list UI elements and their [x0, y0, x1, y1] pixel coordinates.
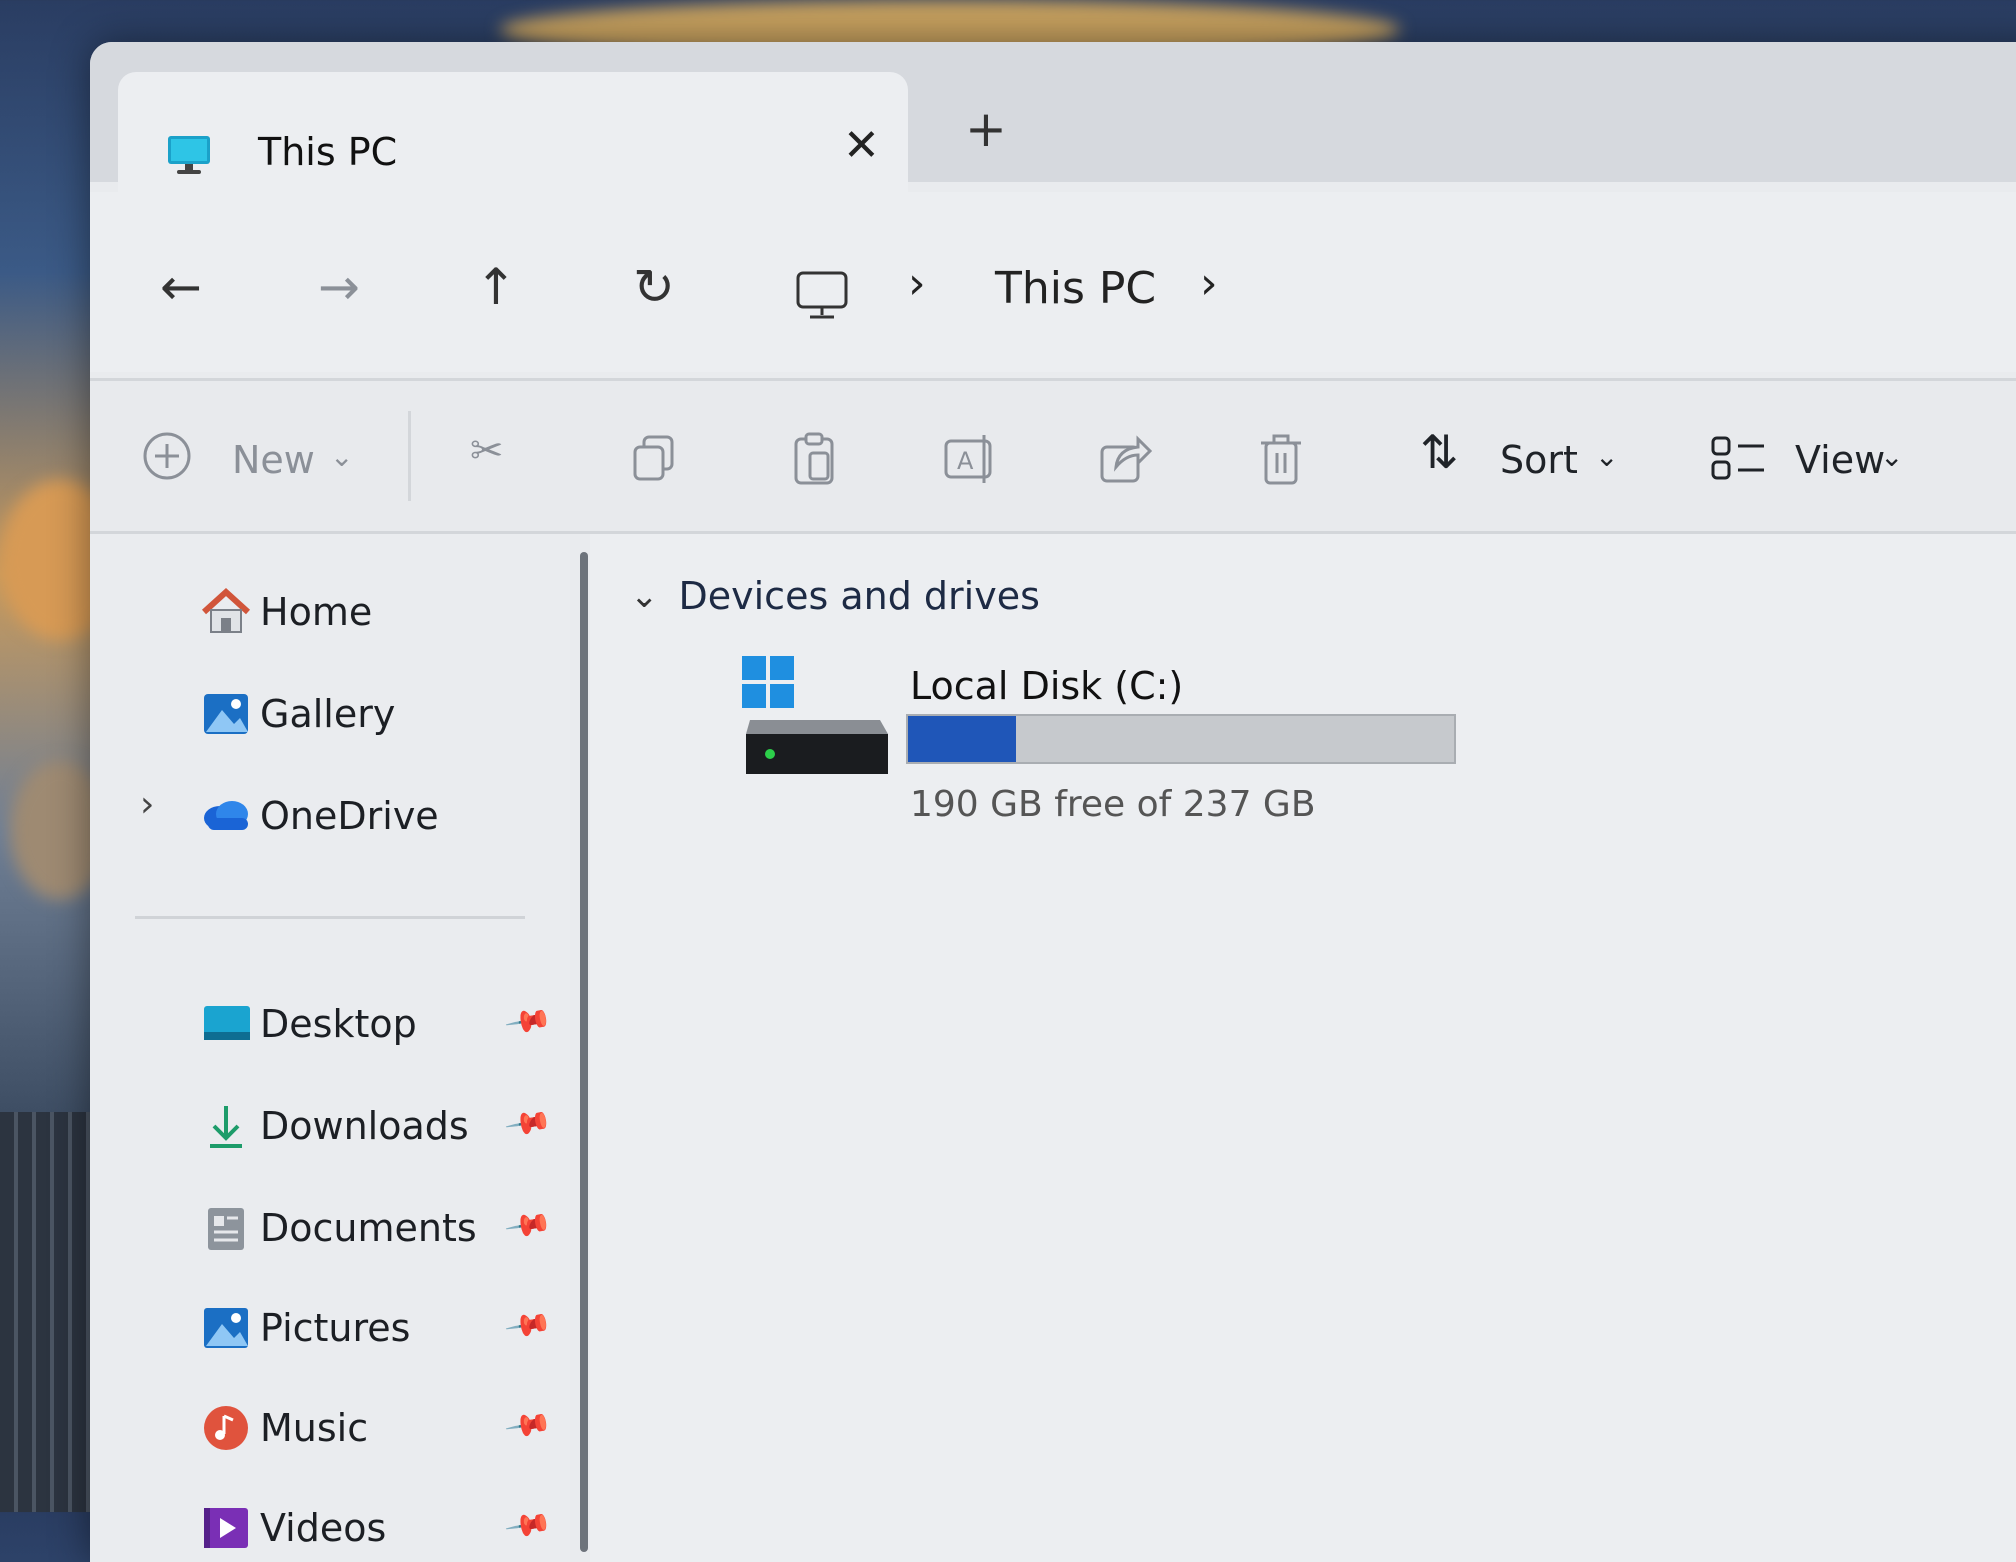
toolbar-divider [408, 411, 411, 501]
desktop-icon [204, 1006, 250, 1040]
drive-free-space: 190 GB free of 237 GB [910, 784, 1316, 825]
drive-usage-fill [908, 716, 1017, 762]
command-bar: New ⌄ ✂ A ⇅ Sort ⌄ View ⌄ [90, 378, 2016, 534]
arrow-right-icon[interactable]: → [318, 262, 360, 312]
breadcrumb-item-this-pc[interactable]: This PC [995, 267, 1156, 311]
main-content: ⌄ Devices and drives Local Disk (C:) 190… [590, 534, 2016, 1562]
tab-this-pc[interactable]: This PC ✕ [118, 72, 908, 192]
cut-icon[interactable]: ✂ [470, 431, 504, 471]
monitor-icon [168, 136, 210, 174]
videos-icon [204, 1508, 248, 1548]
sidebar-item-label: Gallery [260, 692, 396, 736]
navigation-pane: Home Gallery › OneDrive Desktop 📌 Downlo… [90, 534, 570, 1562]
onedrive-icon [204, 801, 248, 830]
sidebar-item-label: OneDrive [260, 794, 439, 838]
monitor-outline-icon[interactable] [795, 270, 849, 322]
sidebar-item-label: Downloads [260, 1104, 469, 1148]
sidebar-divider [135, 916, 525, 919]
arrow-up-icon[interactable]: ↑ [475, 262, 517, 312]
sidebar-item-label: Desktop [260, 1002, 417, 1046]
tab-title: This PC [258, 130, 398, 174]
sidebar-item-label: Pictures [260, 1306, 411, 1350]
plus-icon[interactable]: + [965, 104, 1007, 154]
chevron-right-icon[interactable]: › [140, 784, 154, 825]
view-icon [1711, 436, 1764, 480]
view-button-label: View [1795, 438, 1886, 482]
chevron-down-icon: ⌄ [630, 576, 659, 616]
plus-circle-icon [143, 432, 191, 480]
svg-text:A: A [957, 447, 974, 475]
refresh-icon[interactable]: ↻ [633, 262, 675, 312]
sidebar-item-label: Home [260, 590, 373, 634]
file-explorer-window: This PC ✕ + ← → ↑ ↻ › This PC › New ⌄ ✂ … [90, 42, 2016, 1562]
sidebar-item-pictures[interactable]: Pictures [200, 1298, 410, 1358]
close-icon[interactable]: ✕ [843, 124, 880, 168]
sidebar-item-desktop[interactable]: Desktop [200, 994, 417, 1054]
drive-item-local-disk[interactable]: Local Disk (C:) 190 GB free of 237 GB [740, 654, 1540, 834]
pin-icon[interactable]: 📌 [503, 1300, 554, 1350]
sidebar-item-onedrive[interactable]: OneDrive [200, 786, 439, 846]
sidebar-item-label: Music [260, 1406, 369, 1450]
pictures-icon [204, 1308, 248, 1348]
music-icon [204, 1406, 248, 1450]
drive-usage-bar [906, 714, 1456, 764]
navigation-bar: ← → ↑ ↻ › This PC › [90, 192, 2016, 372]
pin-icon[interactable]: 📌 [503, 1500, 554, 1550]
pin-icon[interactable]: 📌 [503, 1098, 554, 1148]
pin-icon[interactable]: 📌 [503, 996, 554, 1046]
documents-icon [208, 1208, 244, 1250]
chevron-right-icon[interactable]: › [908, 262, 926, 306]
sidebar-item-documents[interactable]: Documents [200, 1198, 477, 1258]
sidebar-item-label: Documents [260, 1206, 477, 1250]
sidebar-item-label: Videos [260, 1506, 387, 1550]
delete-icon[interactable] [1257, 433, 1305, 487]
sidebar-item-downloads[interactable]: Downloads [200, 1096, 469, 1156]
paste-icon[interactable] [790, 431, 838, 487]
drive-name: Local Disk (C:) [910, 664, 1184, 708]
sidebar-item-gallery[interactable]: Gallery [200, 684, 395, 744]
sort-button-label: Sort [1500, 438, 1578, 482]
sidebar-item-music[interactable]: Music [200, 1398, 368, 1458]
sidebar-item-home[interactable]: Home [200, 582, 372, 642]
new-button-label: New [232, 438, 315, 482]
arrow-left-icon[interactable]: ← [160, 262, 202, 312]
pin-icon[interactable]: 📌 [503, 1400, 554, 1450]
section-title: Devices and drives [678, 574, 1040, 618]
tab-bar: This PC ✕ + [90, 42, 2016, 192]
home-icon [201, 587, 251, 633]
sidebar-scrollbar[interactable] [580, 552, 588, 1552]
sort-icon: ⇅ [1420, 425, 1459, 479]
share-icon[interactable] [1098, 433, 1152, 485]
chevron-down-icon: ⌄ [1595, 440, 1619, 473]
pin-icon[interactable]: 📌 [503, 1200, 554, 1250]
section-devices-and-drives[interactable]: ⌄ Devices and drives [630, 574, 1040, 618]
chevron-right-icon[interactable]: › [1200, 262, 1218, 306]
rename-icon[interactable]: A [942, 431, 998, 487]
downloads-icon [210, 1106, 242, 1148]
sidebar-item-videos[interactable]: Videos [200, 1498, 386, 1558]
gallery-icon [204, 694, 248, 734]
hard-drive-icon [742, 656, 888, 774]
chevron-down-icon: ⌄ [1880, 440, 1904, 473]
copy-icon[interactable] [630, 433, 678, 483]
chevron-down-icon: ⌄ [330, 440, 354, 473]
